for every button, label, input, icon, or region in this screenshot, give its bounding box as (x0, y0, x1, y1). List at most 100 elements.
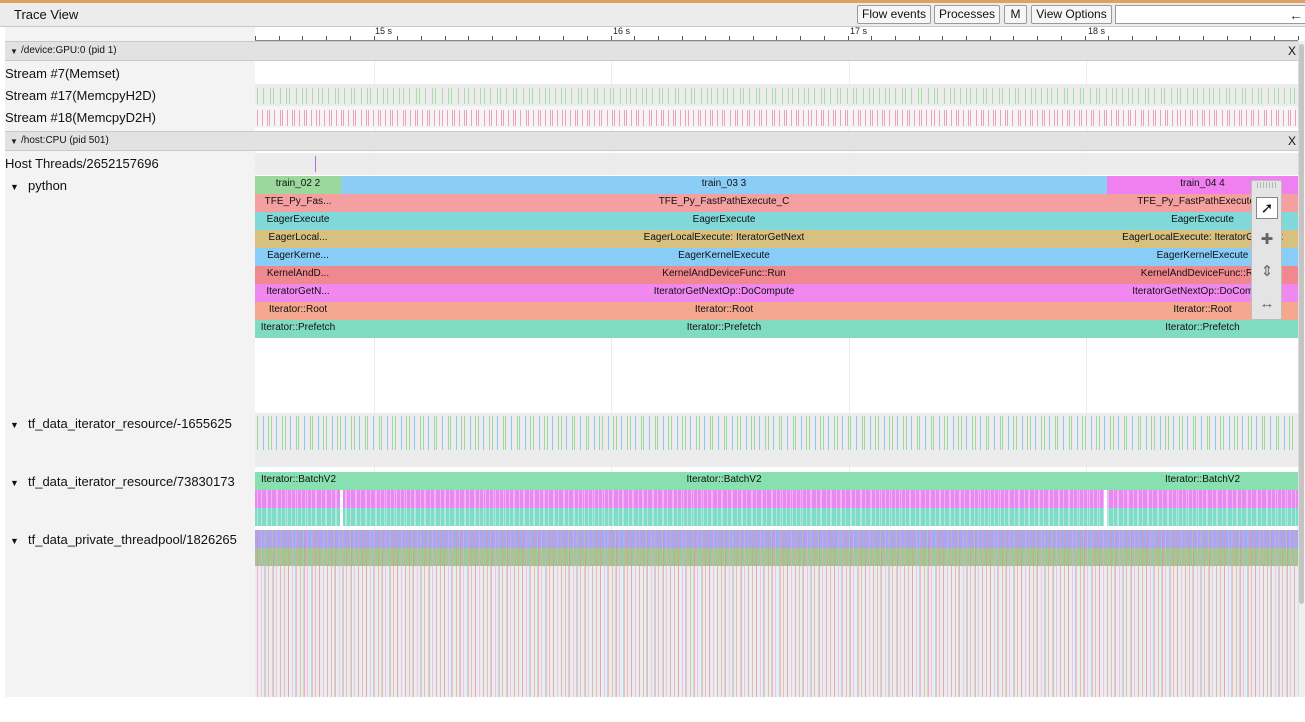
event-mark[interactable] (367, 88, 368, 104)
event-mark[interactable] (654, 530, 656, 697)
event-mark[interactable] (746, 110, 748, 126)
select-pointer-icon[interactable]: ➚ (1256, 197, 1278, 219)
event-mark[interactable] (1103, 110, 1105, 126)
event-mark[interactable] (469, 416, 471, 450)
event-mark[interactable] (1212, 530, 1214, 697)
event-mark[interactable] (1283, 110, 1284, 126)
event-mark[interactable] (1033, 490, 1035, 526)
event-mark[interactable] (685, 110, 687, 126)
event-mark[interactable] (289, 88, 291, 104)
event-mark[interactable] (315, 530, 317, 697)
event-mark[interactable] (571, 416, 573, 450)
event-mark[interactable] (544, 490, 546, 526)
event-mark[interactable] (896, 110, 898, 126)
event-mark[interactable] (966, 88, 968, 104)
event-mark[interactable] (1118, 530, 1120, 697)
event-mark[interactable] (1057, 88, 1059, 104)
event-mark[interactable] (759, 416, 761, 450)
event-mark[interactable] (935, 530, 937, 697)
event-mark[interactable] (864, 110, 866, 126)
event-mark[interactable] (296, 530, 297, 697)
event-mark[interactable] (549, 530, 551, 697)
event-mark[interactable] (653, 490, 654, 526)
event-mark[interactable] (1003, 490, 1005, 526)
event-mark[interactable] (618, 110, 620, 126)
event-mark[interactable] (1134, 530, 1136, 697)
event-mark[interactable] (1110, 530, 1112, 697)
event-mark[interactable] (525, 110, 527, 126)
event-mark[interactable] (1071, 530, 1073, 697)
event-mark[interactable] (447, 416, 449, 450)
event-mark[interactable] (1071, 416, 1073, 450)
event-mark[interactable] (771, 530, 773, 697)
event-mark[interactable] (338, 530, 340, 697)
event-mark[interactable] (544, 416, 546, 450)
event-mark[interactable] (508, 110, 510, 126)
event-mark[interactable] (698, 416, 700, 450)
event-mark[interactable] (964, 490, 966, 526)
event-mark[interactable] (455, 490, 456, 526)
event-mark[interactable] (1164, 88, 1166, 104)
event-mark[interactable] (1189, 110, 1191, 126)
expand-triangle-icon[interactable]: ▼ (10, 182, 20, 192)
event-mark[interactable] (597, 88, 599, 104)
event-mark[interactable] (1265, 110, 1267, 126)
event-mark[interactable] (1013, 416, 1015, 450)
event-mark[interactable] (589, 110, 591, 126)
event-mark[interactable] (606, 110, 608, 126)
event-mark[interactable] (998, 530, 999, 697)
event-mark[interactable] (1191, 490, 1193, 526)
event-mark[interactable] (1173, 530, 1175, 697)
event-mark[interactable] (1049, 110, 1051, 126)
event-mark[interactable] (1229, 88, 1230, 104)
event-mark[interactable] (696, 490, 698, 526)
event-mark[interactable] (311, 110, 313, 126)
event-mark[interactable] (759, 110, 761, 126)
event-mark[interactable] (257, 110, 258, 126)
track-label-iterator-resource-2[interactable]: ▼ tf_data_iterator_resource/73830173 (5, 474, 250, 489)
event-mark[interactable] (1029, 110, 1031, 126)
event-mark[interactable] (511, 416, 512, 450)
event-mark[interactable] (830, 530, 831, 697)
event-mark[interactable] (691, 88, 692, 104)
event-mark[interactable] (1259, 530, 1260, 697)
event-mark[interactable] (637, 490, 639, 526)
event-mark[interactable] (686, 530, 687, 697)
event-mark[interactable] (309, 416, 311, 450)
event-mark[interactable] (381, 416, 383, 450)
event-mark[interactable] (1138, 530, 1140, 697)
event-mark[interactable] (642, 88, 644, 104)
event-mark[interactable] (846, 88, 848, 104)
event-mark[interactable] (497, 416, 499, 450)
event-mark[interactable] (810, 530, 812, 697)
event-mark[interactable] (1170, 88, 1172, 104)
event-mark[interactable] (571, 88, 573, 104)
event-mark[interactable] (749, 88, 751, 104)
event-mark[interactable] (1128, 110, 1130, 126)
event-mark[interactable] (346, 490, 348, 526)
event-mark[interactable] (985, 416, 987, 450)
event-mark[interactable] (380, 110, 381, 126)
event-mark[interactable] (795, 416, 797, 450)
event-mark[interactable] (563, 490, 565, 526)
event-mark[interactable] (933, 416, 935, 450)
event-mark[interactable] (1227, 530, 1229, 697)
event-mark[interactable] (260, 530, 262, 697)
event-mark[interactable] (626, 88, 628, 104)
stack-slice[interactable]: EagerExecute (341, 212, 1107, 230)
event-mark[interactable] (1056, 530, 1058, 697)
event-mark[interactable] (300, 490, 302, 526)
event-mark[interactable] (885, 490, 886, 526)
event-mark[interactable] (316, 490, 318, 526)
event-mark[interactable] (944, 490, 946, 526)
event-mark[interactable] (900, 530, 902, 697)
event-mark[interactable] (518, 490, 520, 526)
event-mark[interactable] (546, 416, 548, 450)
event-mark[interactable] (990, 530, 992, 697)
event-mark[interactable] (1091, 530, 1093, 697)
event-mark[interactable] (530, 530, 531, 697)
event-mark[interactable] (853, 88, 854, 104)
event-mark[interactable] (820, 88, 822, 104)
event-mark[interactable] (376, 88, 378, 104)
slice-train-03[interactable]: train_03 3 (341, 176, 1107, 194)
